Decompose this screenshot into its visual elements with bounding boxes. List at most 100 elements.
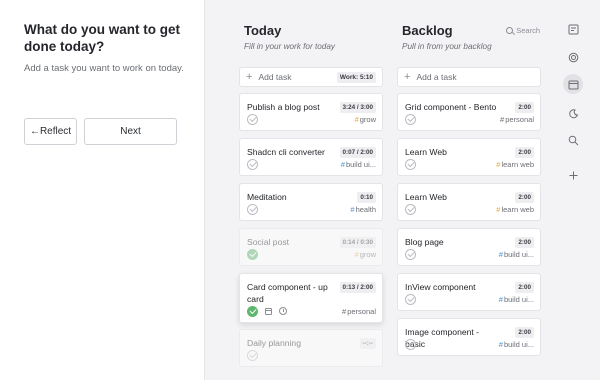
add-task-label: Add task	[258, 72, 292, 82]
task-card[interactable]: Card component - up card 0:13 / 2:00 #pers…	[239, 273, 383, 323]
task-card[interactable]: Shadcn cli converter 0:07 / 2:00 #build ui…	[239, 138, 383, 176]
hash-icon: #	[498, 295, 503, 304]
today-subtitle: Fill in your work for today	[244, 42, 336, 51]
task-tag[interactable]: #grow	[355, 115, 376, 124]
task-title: Grid component - Bento	[405, 102, 497, 112]
hash-icon: #	[354, 115, 359, 124]
task-tag-label: build ui...	[503, 340, 534, 349]
complete-checkbox[interactable]	[247, 114, 258, 125]
task-tag-label: build ui...	[503, 250, 534, 259]
task-time-badge: 0:14 / 0:30	[339, 237, 376, 248]
task-tag[interactable]: #health	[350, 205, 376, 214]
hash-icon: #	[340, 160, 345, 169]
task-tag-label: build ui...	[345, 160, 376, 169]
task-title: Blog page	[405, 237, 444, 247]
task-title: Meditation	[247, 192, 287, 202]
add-task-button[interactable]: + Add task Work: 5:10	[239, 67, 383, 87]
complete-checkbox[interactable]	[405, 339, 416, 350]
task-tag[interactable]: #learn web	[496, 205, 534, 214]
task-tag[interactable]: #grow	[355, 250, 376, 259]
task-tag-label: grow	[359, 250, 376, 259]
task-title: Image component - basic	[405, 327, 480, 349]
task-title: InView component	[405, 282, 476, 292]
task-tag[interactable]: #personal	[342, 307, 376, 316]
task-card[interactable]: Grid component - Bento 2:00 #personal	[397, 93, 541, 131]
task-tag-label: health	[355, 205, 376, 214]
task-time-badge: 2:00	[515, 282, 534, 293]
task-title: Learn Web	[405, 192, 447, 202]
task-title: Shadcn cli converter	[247, 147, 325, 157]
complete-checkbox[interactable]	[247, 306, 258, 317]
hash-icon: #	[498, 340, 503, 349]
task-title: Learn Web	[405, 147, 447, 157]
task-card[interactable]: InView component 2:00 #build ui...	[397, 273, 541, 311]
moon-icon[interactable]	[563, 103, 583, 123]
task-tag[interactable]: #personal	[500, 115, 534, 124]
backlog-title: Backlog	[402, 23, 453, 38]
hash-icon: #	[350, 205, 355, 214]
hash-icon: #	[500, 115, 505, 124]
search-icon[interactable]	[563, 130, 583, 150]
target-icon[interactable]	[563, 47, 583, 67]
complete-checkbox[interactable]	[405, 159, 416, 170]
hash-icon: #	[342, 307, 347, 316]
task-card[interactable]: Learn Web 2:00 #learn web	[397, 183, 541, 221]
complete-checkbox[interactable]	[247, 159, 258, 170]
task-time-badge: 2:00	[515, 192, 534, 203]
add-backlog-label: Add a task	[416, 72, 457, 82]
reflect-button[interactable]: ←Reflect	[24, 118, 77, 145]
work-time-badge: Work: 5:10	[336, 71, 376, 83]
task-title: Daily planning	[247, 338, 301, 348]
plus-icon: +	[246, 71, 253, 83]
task-tag[interactable]: #build ui...	[341, 160, 376, 169]
task-tag[interactable]: #learn web	[496, 160, 534, 169]
task-time-badge: --:--	[359, 338, 376, 349]
search-icon	[506, 27, 514, 34]
plus-icon: +	[404, 71, 411, 83]
clock-icon[interactable]	[279, 307, 287, 315]
task-time-badge: 0:13 / 2:00	[339, 282, 376, 293]
task-time-badge: 2:00	[515, 327, 534, 338]
task-card[interactable]: Daily planning --:--	[239, 329, 383, 367]
task-time-badge: 2:00	[515, 237, 534, 248]
backlog-search-button[interactable]: Search	[506, 26, 540, 35]
complete-checkbox[interactable]	[405, 294, 416, 305]
plus-icon[interactable]	[563, 165, 583, 185]
complete-checkbox[interactable]	[247, 350, 258, 361]
task-card[interactable]: Publish a blog post 3:24 / 3:00 #grow	[239, 93, 383, 131]
calendar-icon[interactable]	[563, 74, 583, 94]
task-card[interactable]: Learn Web 2:00 #learn web	[397, 138, 541, 176]
task-tag-label: personal	[347, 307, 376, 316]
task-card[interactable]: Social post 0:14 / 0:30 #grow	[239, 228, 383, 266]
complete-checkbox[interactable]	[405, 249, 416, 260]
hash-icon: #	[498, 250, 503, 259]
backlog-subtitle: Pull in from your backlog	[402, 42, 492, 51]
today-title: Today	[244, 23, 282, 38]
task-tag[interactable]: #build ui...	[499, 295, 534, 304]
complete-checkbox[interactable]	[405, 204, 416, 215]
task-time-badge: 2:00	[515, 147, 534, 158]
task-time-badge: 0:10	[357, 192, 376, 203]
notes-icon[interactable]	[563, 19, 583, 39]
hash-icon: #	[496, 160, 501, 169]
task-card[interactable]: Blog page 2:00 #build ui...	[397, 228, 541, 266]
complete-checkbox[interactable]	[405, 114, 416, 125]
task-tag-label: learn web	[501, 205, 534, 214]
right-icon-rail	[553, 0, 600, 380]
search-label: Search	[516, 26, 540, 35]
add-backlog-task-button[interactable]: + Add a task	[397, 67, 541, 87]
complete-checkbox[interactable]	[247, 249, 258, 260]
task-tag-label: build ui...	[503, 295, 534, 304]
next-button[interactable]: Next	[84, 118, 177, 145]
task-title: Publish a blog post	[247, 102, 320, 112]
hash-icon: #	[496, 205, 501, 214]
task-tag[interactable]: #build ui...	[499, 340, 534, 349]
calendar-icon[interactable]	[265, 308, 272, 315]
task-tag-label: grow	[359, 115, 376, 124]
task-time-badge: 3:24 / 3:00	[339, 102, 376, 113]
task-tag[interactable]: #build ui...	[499, 250, 534, 259]
task-card[interactable]: Meditation 0:10 #health	[239, 183, 383, 221]
task-card[interactable]: Image component - basic 2:00 #build ui...	[397, 318, 541, 356]
complete-checkbox[interactable]	[247, 204, 258, 215]
task-title: Social post	[247, 237, 290, 247]
